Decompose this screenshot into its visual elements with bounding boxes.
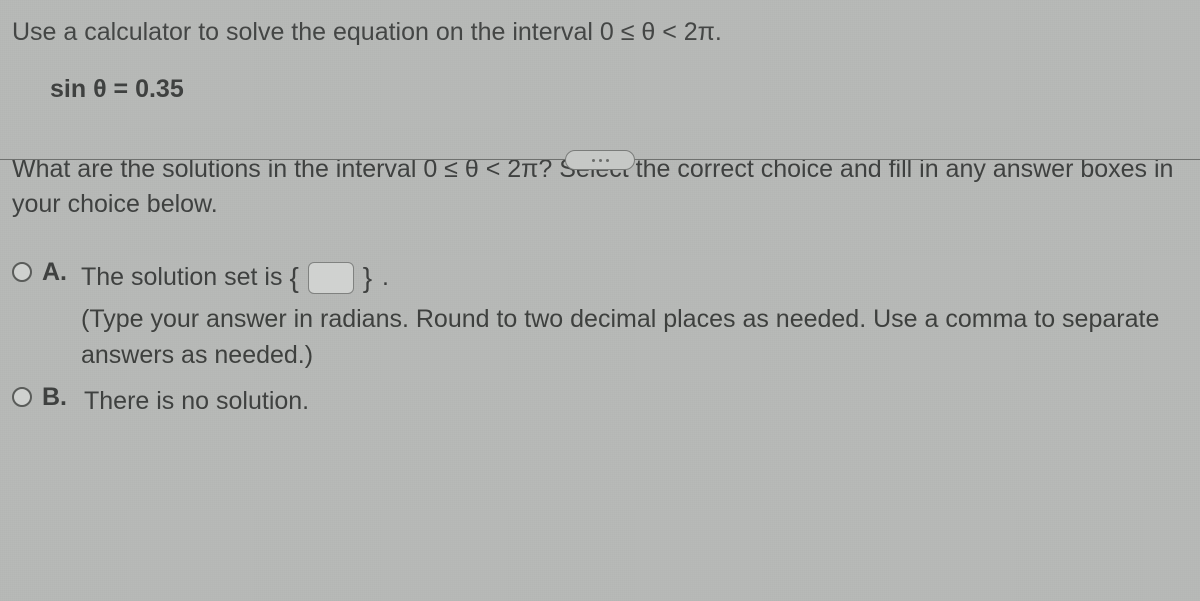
- choice-a-letter: A.: [42, 258, 67, 287]
- period-mark: .: [382, 263, 389, 291]
- brace-open: {: [289, 262, 298, 293]
- instruction-text: Use a calculator to solve the equation o…: [12, 18, 1188, 47]
- choice-a-text: The solution set is: [81, 263, 283, 291]
- radio-choice-a[interactable]: [12, 262, 32, 282]
- expand-pill[interactable]: [565, 150, 635, 170]
- choice-b-letter: B.: [42, 383, 70, 412]
- brace-close: }: [363, 262, 372, 293]
- radio-choice-b[interactable]: [12, 387, 32, 407]
- choice-b-text: There is no solution.: [84, 387, 309, 415]
- equation-text: sin θ = 0.35: [50, 75, 1188, 104]
- answer-input[interactable]: [308, 262, 354, 294]
- choice-a-row: A. The solution set is { } . (Type your …: [12, 258, 1188, 373]
- choice-a-hint: (Type your answer in radians. Round to t…: [81, 301, 1188, 374]
- choice-b-row: B. There is no solution.: [12, 383, 1188, 419]
